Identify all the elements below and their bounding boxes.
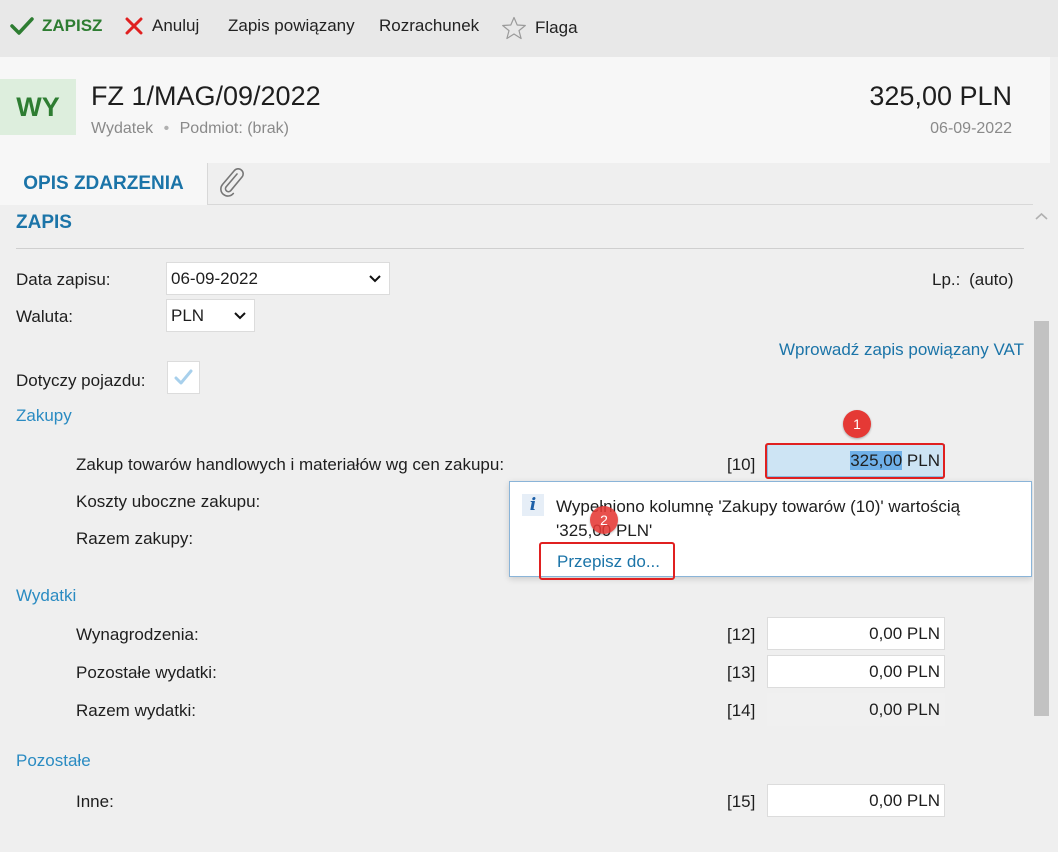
group-purchases: Zakupy — [16, 406, 72, 425]
expenses-total-label: Razem wydatki: — [76, 701, 196, 720]
expenses-total-value: 0,00 PLN — [767, 693, 945, 726]
cancel-label: Anuluj — [152, 16, 200, 35]
flag-button[interactable]: Flaga — [501, 16, 578, 40]
scrollbar-thumb[interactable] — [1034, 321, 1049, 716]
salaries-label: Wynagrodzenia: — [76, 625, 199, 644]
toolbar: ZAPISZ Anuluj Zapis powiązany Rozrachune… — [0, 0, 1058, 57]
step-marker: 2 — [590, 506, 618, 534]
highlight-box — [765, 443, 945, 479]
document-date: 06-09-2022 — [930, 120, 1012, 137]
flag-label: Flaga — [535, 18, 578, 37]
cancel-button[interactable]: Anuluj — [124, 16, 199, 36]
other-label: Inne: — [76, 792, 114, 811]
salaries-code: [12] — [727, 625, 756, 644]
chevron-down-icon — [234, 311, 246, 319]
info-icon: i — [522, 494, 544, 516]
close-icon — [125, 17, 143, 35]
document-header: WY FZ 1/MAG/09/2022 Wydatek • Podmiot: (… — [0, 57, 1050, 163]
document-subject: Podmiot: (brak) — [179, 120, 289, 137]
section-title: ZAPIS — [16, 212, 72, 233]
linked-entry-button[interactable]: Zapis powiązany — [228, 16, 355, 36]
other-expenses-input[interactable]: 0,00 PLN — [767, 655, 945, 688]
lp-value: (auto) — [969, 270, 1014, 289]
vat-entry-link[interactable]: Wprowadź zapis powiązany VAT — [779, 340, 1024, 360]
other-expenses-label: Pozostałe wydatki: — [76, 663, 217, 682]
step-marker: 1 — [843, 410, 871, 438]
currency-select[interactable]: PLN — [166, 299, 255, 332]
other-code: [15] — [727, 792, 756, 811]
document-type-badge: WY — [0, 79, 76, 135]
tab-attachments[interactable] — [215, 168, 249, 198]
document-type: Wydatek — [91, 120, 154, 137]
star-icon — [502, 16, 526, 40]
checkmark-icon — [174, 369, 193, 385]
chevron-up-icon — [1035, 212, 1048, 220]
settlement-button[interactable]: Rozrachunek — [379, 16, 479, 36]
document-title: FZ 1/MAG/09/2022 — [91, 81, 321, 111]
salaries-input[interactable]: 0,00 PLN — [767, 617, 945, 650]
vehicle-label: Dotyczy pojazdu: — [16, 371, 146, 390]
settlement-label: Rozrachunek — [379, 16, 480, 35]
document-subtitle: Wydatek • Podmiot: (brak) — [91, 120, 289, 138]
save-label: ZAPISZ — [42, 16, 103, 35]
linked-entry-label: Zapis powiązany — [228, 16, 355, 35]
checkmark-icon — [10, 17, 34, 35]
group-other: Pozostałe — [16, 751, 91, 770]
currency-value: PLN — [171, 305, 205, 325]
highlight-box — [539, 542, 675, 580]
tab-divider — [207, 204, 1033, 205]
other-input[interactable]: 0,00 PLN — [767, 784, 945, 817]
purchase-extra-label: Koszty uboczne zakupu: — [76, 492, 261, 511]
currency-label: Waluta: — [16, 307, 74, 326]
popup-message: Wypełniono kolumnę 'Zakupy towarów (10)'… — [556, 497, 961, 540]
save-button[interactable]: ZAPISZ — [10, 16, 102, 36]
purchase-total-label: Razem zakupy: — [76, 529, 194, 548]
tab-description[interactable]: OPIS ZDARZENIA — [0, 163, 208, 205]
purchase-goods-code: [10] — [727, 455, 756, 474]
scroll-up-button[interactable] — [1035, 210, 1048, 222]
section-divider — [16, 248, 1024, 249]
date-select[interactable]: 06-09-2022 — [166, 262, 390, 295]
document-amount: 325,00 PLN — [869, 81, 1012, 111]
group-expenses: Wydatki — [16, 586, 77, 605]
expenses-total-code: [14] — [727, 701, 756, 720]
date-value: 06-09-2022 — [171, 268, 258, 288]
info-popup: i Wypełniono kolumnę 'Zakupy towarów (10… — [509, 481, 1032, 580]
lp-field: Lp.: (auto) — [932, 270, 1014, 290]
lp-label: Lp.: — [932, 270, 961, 289]
paperclip-icon — [220, 168, 244, 197]
separator-dot: • — [163, 120, 170, 137]
chevron-down-icon — [369, 274, 381, 282]
other-expenses-code: [13] — [727, 663, 756, 682]
purchase-goods-label: Zakup towarów handlowych i materiałów wg… — [76, 455, 505, 474]
vehicle-checkbox[interactable] — [167, 361, 200, 394]
date-label: Data zapisu: — [16, 270, 111, 289]
